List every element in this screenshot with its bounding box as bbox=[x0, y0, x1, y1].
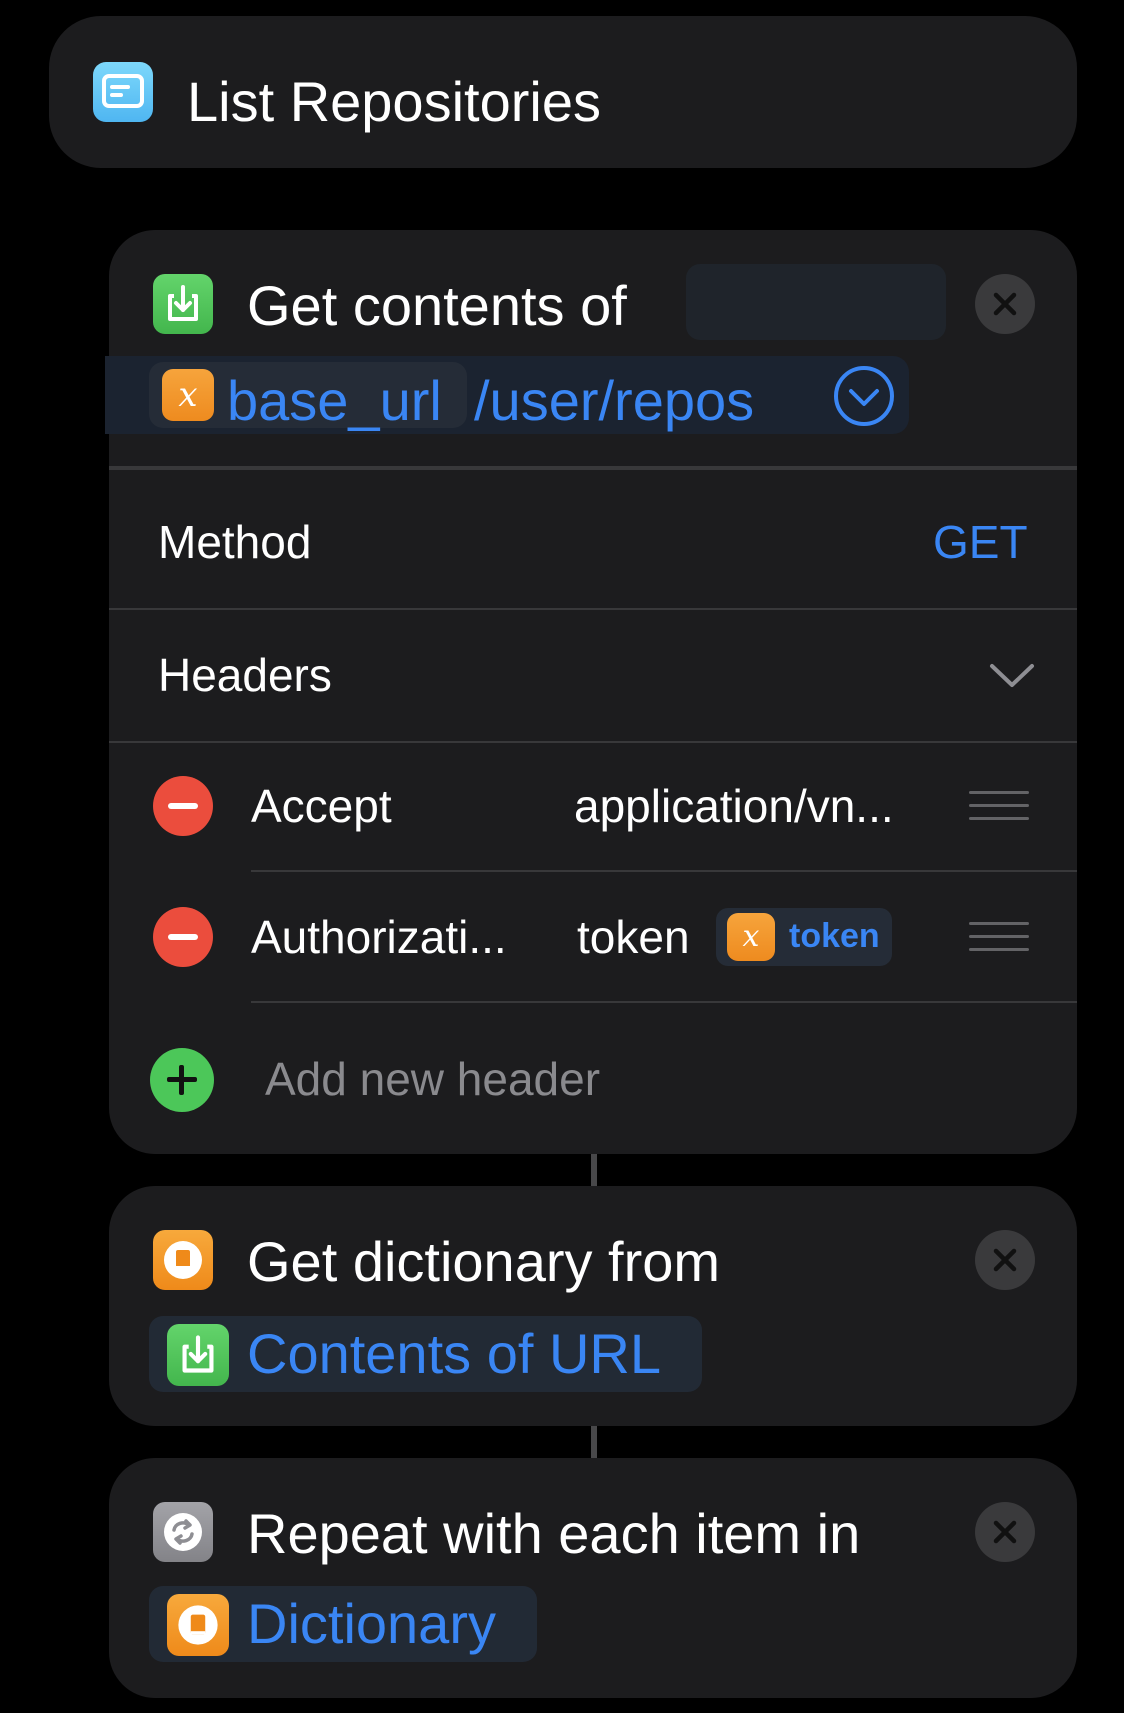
variable-icon: x bbox=[162, 369, 214, 421]
dictionary-input-label: Contents of URL bbox=[247, 1322, 661, 1385]
shortcut-title-card[interactable]: List Repositories bbox=[49, 16, 1077, 168]
header-variable-name: token bbox=[789, 917, 880, 955]
repeat-icon bbox=[153, 1502, 213, 1562]
action-label: Repeat with each item in bbox=[247, 1502, 861, 1565]
chevron-down-circle-icon bbox=[834, 366, 894, 426]
connector-line bbox=[591, 1426, 597, 1458]
text-list-icon bbox=[93, 62, 153, 122]
repeat-input-label: Dictionary bbox=[247, 1592, 496, 1655]
row-divider bbox=[109, 741, 1077, 743]
repeat-action[interactable]: Repeat with each item in Dictionary bbox=[109, 1458, 1077, 1698]
headers-label: Headers bbox=[158, 649, 332, 701]
chevron-down-icon bbox=[990, 664, 1034, 687]
row-divider bbox=[251, 870, 1077, 872]
download-icon bbox=[167, 1324, 229, 1386]
shortcut-title[interactable]: List Repositories bbox=[187, 74, 601, 130]
remove-header-button[interactable] bbox=[153, 907, 213, 967]
get-contents-action[interactable]: Get contents of x base_url /user/repos M… bbox=[105, 230, 1077, 1154]
action-label: Get dictionary from bbox=[247, 1230, 721, 1293]
headers-toggle[interactable] bbox=[987, 652, 1037, 698]
url-field[interactable] bbox=[686, 264, 946, 340]
url-variable-name: base_url bbox=[227, 369, 442, 432]
row-divider bbox=[109, 608, 1077, 610]
connector-line bbox=[591, 1154, 597, 1186]
header-value[interactable]: application/vn... bbox=[574, 783, 894, 829]
download-icon bbox=[153, 274, 213, 334]
close-icon bbox=[993, 1248, 1017, 1272]
book-icon bbox=[167, 1594, 229, 1656]
method-label: Method bbox=[158, 516, 312, 568]
add-header-button[interactable] bbox=[150, 1048, 214, 1112]
expand-options-button[interactable] bbox=[833, 365, 895, 427]
close-icon bbox=[993, 292, 1017, 316]
remove-action-button[interactable] bbox=[975, 1502, 1035, 1562]
header-key[interactable]: Authorizati... bbox=[251, 914, 507, 960]
book-icon bbox=[153, 1230, 213, 1290]
variable-icon: x bbox=[727, 913, 775, 961]
url-path-text: /user/repos bbox=[474, 369, 755, 432]
add-header-label[interactable]: Add new header bbox=[265, 1056, 600, 1102]
remove-action-button[interactable] bbox=[975, 1230, 1035, 1290]
section-divider bbox=[109, 466, 1077, 470]
remove-header-button[interactable] bbox=[153, 776, 213, 836]
header-value-text[interactable]: token bbox=[577, 914, 690, 960]
remove-action-button[interactable] bbox=[975, 274, 1035, 334]
drag-handle-icon[interactable] bbox=[969, 791, 1029, 821]
drag-handle-icon[interactable] bbox=[969, 922, 1029, 952]
method-value[interactable]: GET bbox=[933, 519, 1028, 565]
close-icon bbox=[993, 1520, 1017, 1544]
action-label: Get contents of bbox=[247, 274, 627, 337]
row-divider bbox=[251, 1001, 1077, 1003]
header-key[interactable]: Accept bbox=[251, 783, 392, 829]
get-dictionary-action[interactable]: Get dictionary from Contents of URL bbox=[109, 1186, 1077, 1426]
